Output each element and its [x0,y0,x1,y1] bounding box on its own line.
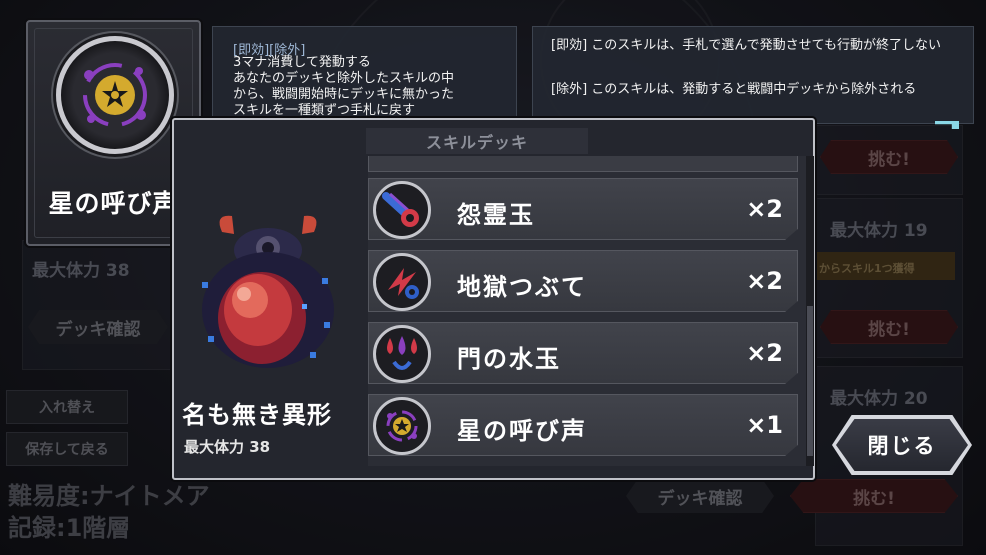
skill-deck-modal: スキルデッキ 名も無き異形 最大体力 38 怨霊玉 ×2 地獄つぶて ×2 門の… [172,118,815,480]
hell-pebble-icon [373,253,431,311]
skill-name: 門の水玉 [457,345,561,373]
list-item-partial [368,156,798,172]
glossary-exclude: [除外] このスキルは、発動すると戦闘中デッキから除外される [551,82,917,97]
keyword-glossary-tooltip: [即効] このスキルは、手札で選んで発動させても行動が終了しない [除外] この… [532,26,974,129]
monster-portrait [192,212,344,377]
monster-name: 名も無き異形 [182,401,332,429]
skill-count: ×2 [746,267,783,295]
monster-max-hp: 最大体力 38 [184,438,271,456]
gate-water-icon [373,325,431,383]
close-button[interactable]: 閉じる [836,419,968,471]
glossary-immediate: [即効] このスキルは、手札で選んで発動させても行動が終了しない [551,38,941,53]
skill-row-spirit-orb[interactable]: 怨霊玉 ×2 [368,178,798,240]
spirit-orb-icon [373,181,431,239]
star-call-skill-icon [56,36,174,154]
skill-row-hell-pebble[interactable]: 地獄つぶて ×2 [368,250,798,312]
skill-list-scrollbar[interactable] [806,156,814,466]
scrollbar-thumb[interactable] [807,306,813,456]
skill-name: 星の呼び声 [457,417,587,445]
skill-count: ×2 [746,339,783,367]
skill-name: 地獄つぶて [457,273,587,301]
star-call-icon [373,397,431,455]
skill-name: 怨霊玉 [457,201,535,229]
skill-row-star-call[interactable]: 星の呼び声 ×1 [368,394,798,456]
skill-deck-header: スキルデッキ [366,128,588,154]
skill-deck-list[interactable]: 怨霊玉 ×2 地獄つぶて ×2 門の水玉 ×2 星の呼び声 ×1 [368,156,808,466]
skill-row-gate-water[interactable]: 門の水玉 ×2 [368,322,798,384]
skill-count: ×2 [746,195,783,223]
skill-count: ×1 [746,411,783,439]
skill-description: 3マナ消費して発動する あなたのデッキと除外したスキルの中 から、戦闘開始時にデ… [233,55,455,118]
